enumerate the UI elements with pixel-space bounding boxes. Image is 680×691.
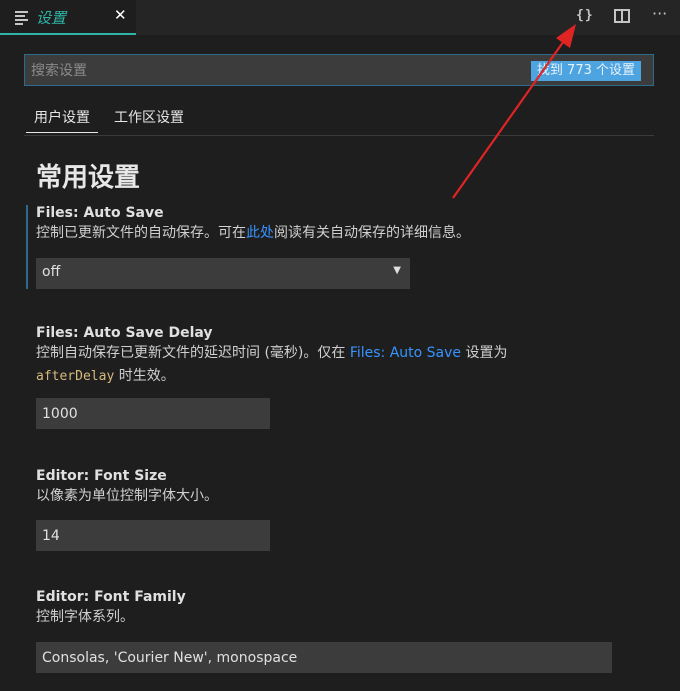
tab-workspace-settings[interactable]: 工作区设置 <box>114 107 184 127</box>
selected-value: off <box>42 264 61 280</box>
section-title: 常用设置 <box>36 163 141 193</box>
close-icon[interactable]: ✕ <box>114 6 127 24</box>
setting-label: Editor: Font Size <box>36 468 167 484</box>
document-lines-icon <box>15 11 29 25</box>
setting-label: Editor: Font Family <box>36 589 186 605</box>
description-text: 控制已更新文件的自动保存。可在 <box>36 225 246 241</box>
result-count-badge: 找到 773 个设置 <box>530 61 641 81</box>
setting-auto-save-delay: Files: Auto Save Delay 控制自动保存已更新文件的延迟时间 … <box>36 325 508 388</box>
braces-icon[interactable]: {} <box>576 8 594 23</box>
setting-description: 以像素为单位控制字体大小。 <box>36 488 218 504</box>
tab-user-settings[interactable]: 用户设置 <box>26 107 98 133</box>
tab-title: 设置 <box>36 9 67 27</box>
description-text: 设置为 <box>461 345 508 361</box>
setting-font-size: Editor: Font Size 以像素为单位控制字体大小。 <box>36 468 218 508</box>
description-text: 时生效。 <box>114 368 175 384</box>
auto-save-link[interactable]: 此处 <box>246 225 274 241</box>
setting-description: 控制自动保存已更新文件的延迟时间 (毫秒)。仅在 Files: Auto Sav… <box>36 342 508 388</box>
settings-tab[interactable]: 设置 ✕ <box>0 0 136 35</box>
font-family-input[interactable] <box>36 642 612 673</box>
auto-save-select[interactable]: off ▼ <box>36 258 410 289</box>
split-editor-icon[interactable] <box>614 9 630 23</box>
setting-label: Files: Auto Save Delay <box>36 325 213 341</box>
font-size-input[interactable] <box>36 520 270 551</box>
auto-save-delay-input[interactable] <box>36 398 270 429</box>
description-text: 控制自动保存已更新文件的延迟时间 (毫秒)。仅在 <box>36 345 350 361</box>
description-text: 阅读有关自动保存的详细信息。 <box>274 225 470 241</box>
focus-indicator <box>26 205 28 289</box>
setting-font-family: Editor: Font Family 控制字体系列。 <box>36 589 186 629</box>
dropdown-arrow-icon: ▼ <box>393 265 401 276</box>
search-input[interactable] <box>31 60 501 82</box>
editor-tab-bar: 设置 ✕ {} ··· <box>0 0 680 35</box>
setting-description: 控制已更新文件的自动保存。可在此处阅读有关自动保存的详细信息。 <box>36 222 470 245</box>
code-value: afterDelay <box>36 369 115 384</box>
more-actions-icon[interactable]: ··· <box>652 4 667 23</box>
setting-label: Files: Auto Save <box>36 205 164 221</box>
settings-editor: 找到 773 个设置 用户设置 工作区设置 常用设置 Files: Auto S… <box>0 35 680 691</box>
settings-search-box: 找到 773 个设置 <box>24 54 654 86</box>
auto-save-setting-link[interactable]: Files: Auto Save <box>350 345 461 361</box>
setting-auto-save: Files: Auto Save 控制已更新文件的自动保存。可在此处阅读有关自动… <box>36 205 470 245</box>
setting-description: 控制字体系列。 <box>36 609 134 625</box>
divider <box>24 135 654 136</box>
